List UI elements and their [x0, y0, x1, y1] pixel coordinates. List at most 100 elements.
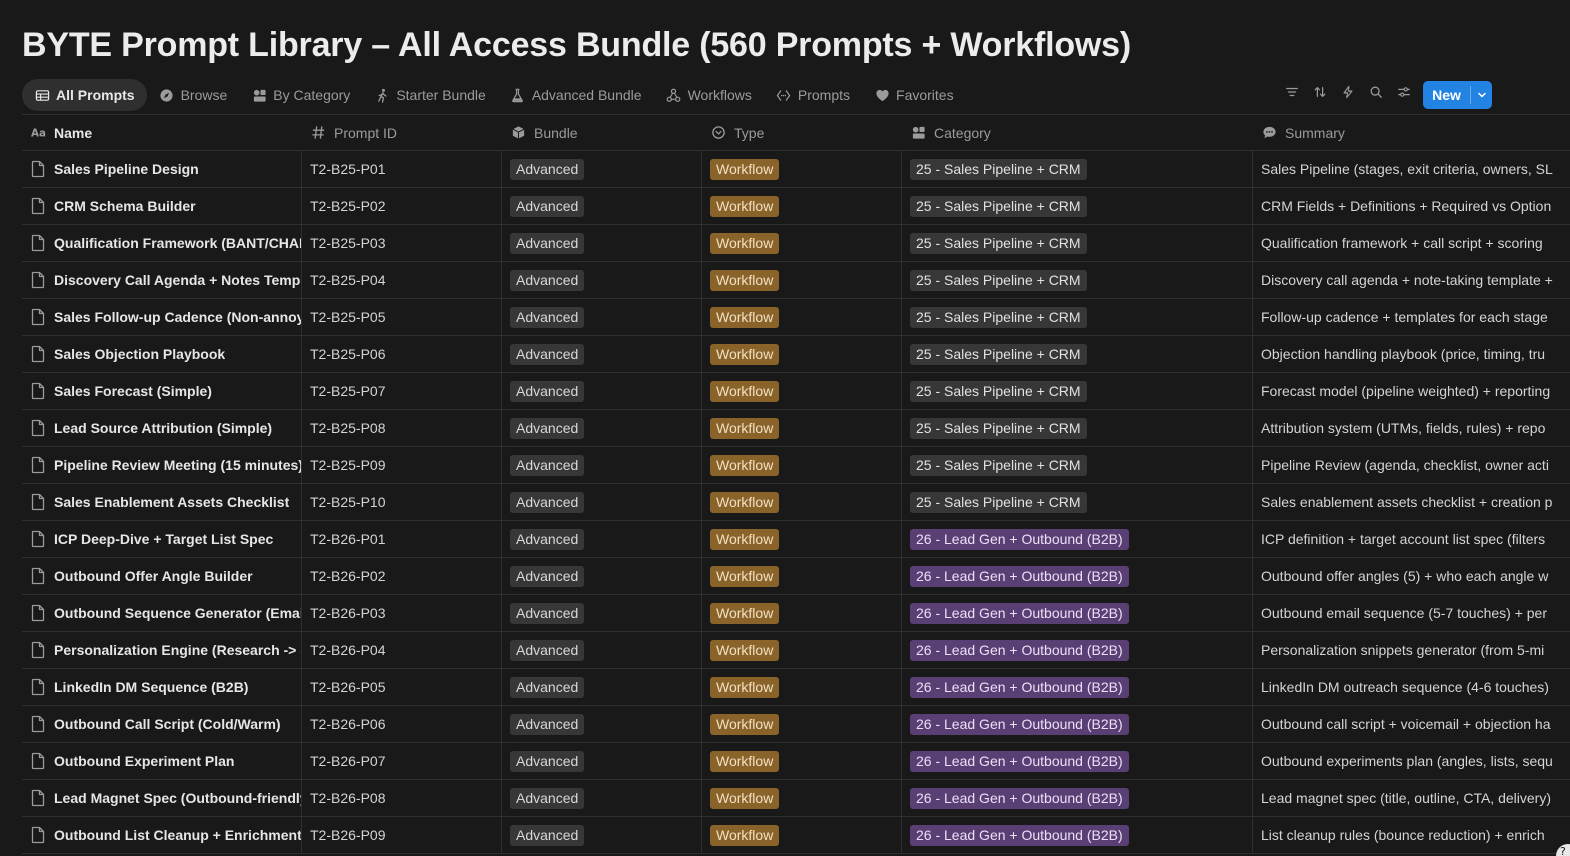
cell-summary[interactable]: Outbound offer angles (5) + who each ang…	[1253, 558, 1570, 594]
cell-bundle[interactable]: Advanced	[502, 262, 702, 298]
cell-summary[interactable]: Sales enablement assets checklist + crea…	[1253, 484, 1570, 520]
filter-icon[interactable]	[1284, 84, 1300, 100]
cell-bundle[interactable]: Advanced	[502, 151, 702, 187]
sort-icon[interactable]	[1312, 84, 1328, 100]
row-title[interactable]: LinkedIn DM Sequence (B2B)	[54, 679, 248, 695]
table-row[interactable]: Pipeline Review Meeting (15 minutes) T2-B…	[22, 447, 1570, 484]
table-row[interactable]: Outbound Call Script (Cold/Warm) T2-B26-P…	[22, 706, 1570, 743]
cell-bundle[interactable]: Advanced	[502, 558, 702, 594]
row-title[interactable]: Qualification Framework (BANT/CHAMP	[54, 235, 301, 251]
cell-summary[interactable]: Pipeline Review (agenda, checklist, owne…	[1253, 447, 1570, 483]
cell-prompt-id[interactable]: T2-B26-P05	[302, 669, 502, 705]
cell-type[interactable]: Workflow	[702, 632, 902, 668]
cell-category[interactable]: 26 - Lead Gen + Outbound (B2B)	[902, 595, 1253, 631]
cell-prompt-id[interactable]: T2-B26-P06	[302, 706, 502, 742]
cell-prompt-id[interactable]: T2-B26-P09	[302, 817, 502, 853]
table-row[interactable]: Sales Enablement Assets Checklist T2-B25-…	[22, 484, 1570, 521]
cell-prompt-id[interactable]: T2-B26-P08	[302, 780, 502, 816]
cell-name[interactable]: Sales Enablement Assets Checklist	[22, 484, 302, 520]
cell-prompt-id[interactable]: T2-B25-P08	[302, 410, 502, 446]
table-row[interactable]: Sales Objection Playbook T2-B25-P06 Advanc…	[22, 336, 1570, 373]
cell-bundle[interactable]: Advanced	[502, 410, 702, 446]
row-title[interactable]: Pipeline Review Meeting (15 minutes)	[54, 457, 301, 473]
cell-prompt-id[interactable]: T2-B25-P03	[302, 225, 502, 261]
cell-prompt-id[interactable]: T2-B26-P07	[302, 743, 502, 779]
cell-type[interactable]: Workflow	[702, 336, 902, 372]
cell-summary[interactable]: Outbound call script + voicemail + objec…	[1253, 706, 1570, 742]
column-header-type[interactable]: Type	[702, 115, 902, 150]
table-row[interactable]: Outbound List Cleanup + Enrichment T2-B26…	[22, 817, 1570, 854]
tab-by-category[interactable]: By Category	[239, 79, 362, 111]
cell-summary[interactable]: LinkedIn DM outreach sequence (4-6 touch…	[1253, 669, 1570, 705]
cell-type[interactable]: Workflow	[702, 669, 902, 705]
cell-summary[interactable]: Outbound experiments plan (angles, lists…	[1253, 743, 1570, 779]
cell-bundle[interactable]: Advanced	[502, 632, 702, 668]
cell-summary[interactable]: Qualification framework + call script + …	[1253, 225, 1570, 261]
table-row[interactable]: Sales Pipeline Design T2-B25-P01 Advanced W…	[22, 151, 1570, 188]
row-title[interactable]: CRM Schema Builder	[54, 198, 196, 214]
cell-name[interactable]: Outbound List Cleanup + Enrichment	[22, 817, 302, 853]
cell-type[interactable]: Workflow	[702, 225, 902, 261]
cell-bundle[interactable]: Advanced	[502, 706, 702, 742]
cell-summary[interactable]: Lead magnet spec (title, outline, CTA, d…	[1253, 780, 1570, 816]
cell-category[interactable]: 25 - Sales Pipeline + CRM	[902, 225, 1253, 261]
cell-bundle[interactable]: Advanced	[502, 336, 702, 372]
row-title[interactable]: Outbound Call Script (Cold/Warm)	[54, 716, 281, 732]
cell-type[interactable]: Workflow	[702, 558, 902, 594]
cell-type[interactable]: Workflow	[702, 706, 902, 742]
cell-bundle[interactable]: Advanced	[502, 780, 702, 816]
table-row[interactable]: Discovery Call Agenda + Notes Templa T2-B…	[22, 262, 1570, 299]
cell-category[interactable]: 25 - Sales Pipeline + CRM	[902, 151, 1253, 187]
cell-bundle[interactable]: Advanced	[502, 373, 702, 409]
cell-name[interactable]: Outbound Experiment Plan	[22, 743, 302, 779]
cell-category[interactable]: 25 - Sales Pipeline + CRM	[902, 262, 1253, 298]
cell-name[interactable]: ICP Deep-Dive + Target List Spec	[22, 521, 302, 557]
column-header-bundle[interactable]: Bundle	[502, 115, 702, 150]
cell-summary[interactable]: Discovery call agenda + note-taking temp…	[1253, 262, 1570, 298]
help-icon[interactable]: ?	[1548, 840, 1570, 856]
cell-summary[interactable]: Outbound email sequence (5-7 touches) + …	[1253, 595, 1570, 631]
cell-prompt-id[interactable]: T2-B25-P04	[302, 262, 502, 298]
cell-category[interactable]: 25 - Sales Pipeline + CRM	[902, 188, 1253, 224]
row-title[interactable]: Lead Magnet Spec (Outbound-friendly	[54, 790, 301, 806]
cell-category[interactable]: 26 - Lead Gen + Outbound (B2B)	[902, 706, 1253, 742]
table-row[interactable]: Lead Magnet Spec (Outbound-friendly T2-B2…	[22, 780, 1570, 817]
cell-name[interactable]: LinkedIn DM Sequence (B2B)	[22, 669, 302, 705]
cell-category[interactable]: 26 - Lead Gen + Outbound (B2B)	[902, 558, 1253, 594]
row-title[interactable]: Discovery Call Agenda + Notes Templa	[54, 272, 301, 288]
tab-prompts[interactable]: Prompts	[764, 79, 862, 111]
table-row[interactable]: Outbound Sequence Generator (Email T2-B26…	[22, 595, 1570, 632]
cell-name[interactable]: Sales Objection Playbook	[22, 336, 302, 372]
row-title[interactable]: Sales Enablement Assets Checklist	[54, 494, 289, 510]
tab-all-prompts[interactable]: All Prompts	[22, 79, 147, 111]
table-row[interactable]: LinkedIn DM Sequence (B2B) T2-B26-P05 Adva…	[22, 669, 1570, 706]
cell-summary[interactable]: Sales Pipeline (stages, exit criteria, o…	[1253, 151, 1570, 187]
cell-type[interactable]: Workflow	[702, 373, 902, 409]
row-title[interactable]: Lead Source Attribution (Simple)	[54, 420, 272, 436]
search-icon[interactable]	[1368, 84, 1384, 100]
cell-summary[interactable]: Forecast model (pipeline weighted) + rep…	[1253, 373, 1570, 409]
cell-type[interactable]: Workflow	[702, 262, 902, 298]
cell-summary[interactable]: CRM Fields + Definitions + Required vs O…	[1253, 188, 1570, 224]
cell-name[interactable]: Sales Follow-up Cadence (Non-annoy	[22, 299, 302, 335]
cell-prompt-id[interactable]: T2-B25-P10	[302, 484, 502, 520]
row-title[interactable]: Outbound List Cleanup + Enrichment	[54, 827, 301, 843]
lightning-icon[interactable]	[1340, 84, 1356, 100]
table-row[interactable]: Sales Forecast (Simple) T2-B25-P07 Advance…	[22, 373, 1570, 410]
row-title[interactable]: Sales Objection Playbook	[54, 346, 225, 362]
cell-category[interactable]: 25 - Sales Pipeline + CRM	[902, 299, 1253, 335]
cell-name[interactable]: Sales Forecast (Simple)	[22, 373, 302, 409]
cell-bundle[interactable]: Advanced	[502, 817, 702, 853]
cell-prompt-id[interactable]: T2-B25-P05	[302, 299, 502, 335]
cell-name[interactable]: Outbound Call Script (Cold/Warm)	[22, 706, 302, 742]
cell-prompt-id[interactable]: T2-B25-P02	[302, 188, 502, 224]
column-header-category[interactable]: Category	[902, 115, 1253, 150]
cell-bundle[interactable]: Advanced	[502, 743, 702, 779]
cell-category[interactable]: 26 - Lead Gen + Outbound (B2B)	[902, 743, 1253, 779]
cell-summary[interactable]: ICP definition + target account list spe…	[1253, 521, 1570, 557]
cell-name[interactable]: CRM Schema Builder	[22, 188, 302, 224]
cell-bundle[interactable]: Advanced	[502, 188, 702, 224]
cell-category[interactable]: 26 - Lead Gen + Outbound (B2B)	[902, 817, 1253, 853]
cell-type[interactable]: Workflow	[702, 151, 902, 187]
tab-advanced-bundle[interactable]: Advanced Bundle	[498, 79, 654, 111]
